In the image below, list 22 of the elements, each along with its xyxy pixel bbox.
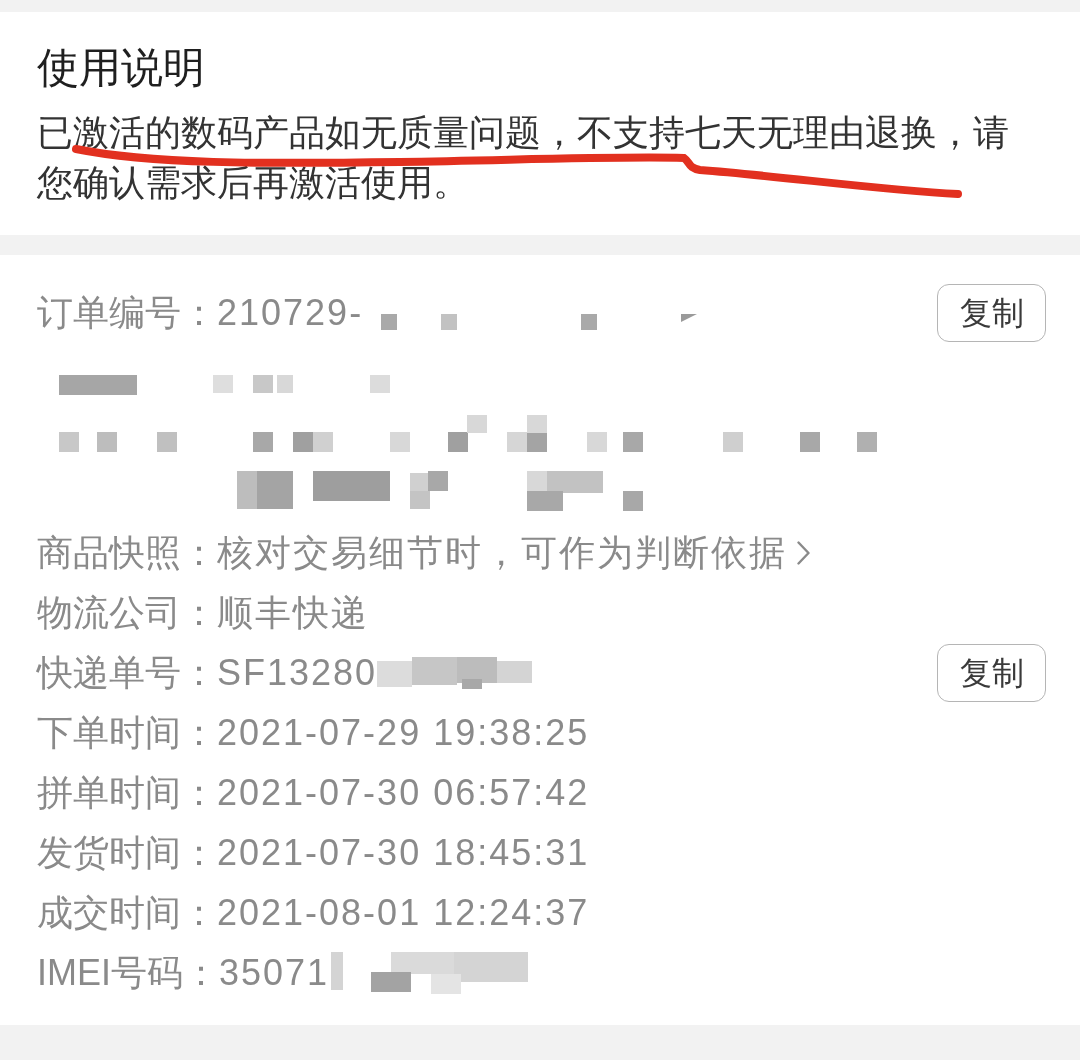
- field-value: 210729-: [217, 291, 364, 335]
- field-label: 拼单时间：: [37, 771, 217, 815]
- field-value: 35071: [219, 951, 330, 995]
- chevron-right-icon: [797, 541, 810, 565]
- field-label: 成交时间：: [37, 891, 217, 935]
- notice-text: 已激活的数码产品如无质量问题，不支持七天无理由退换，请您确认需求后再激活使用。: [37, 111, 1010, 205]
- copy-button[interactable]: 复制: [937, 644, 1046, 702]
- field-value: 2021-07-30 06:57:42: [217, 771, 590, 815]
- field-label: 物流公司：: [37, 591, 217, 635]
- field-label: 下单时间：: [37, 711, 217, 755]
- field-value: 顺丰快递: [217, 591, 369, 635]
- field-value: 2021-07-29 19:38:25: [217, 711, 590, 755]
- field-label: 快递单号：: [37, 651, 217, 695]
- field-value: SF13280: [217, 651, 378, 695]
- field-label: IMEI号码：: [37, 951, 219, 995]
- field-value: 2021-07-30 18:45:31: [217, 831, 590, 875]
- notice-title: 使用说明: [37, 43, 206, 93]
- field-label: 发货时间：: [37, 831, 217, 875]
- field-label: 商品快照：: [37, 531, 217, 575]
- field-value: 2021-08-01 12:24:37: [217, 891, 590, 935]
- copy-button[interactable]: 复制: [937, 284, 1046, 342]
- field-label: 订单编号：: [37, 291, 217, 335]
